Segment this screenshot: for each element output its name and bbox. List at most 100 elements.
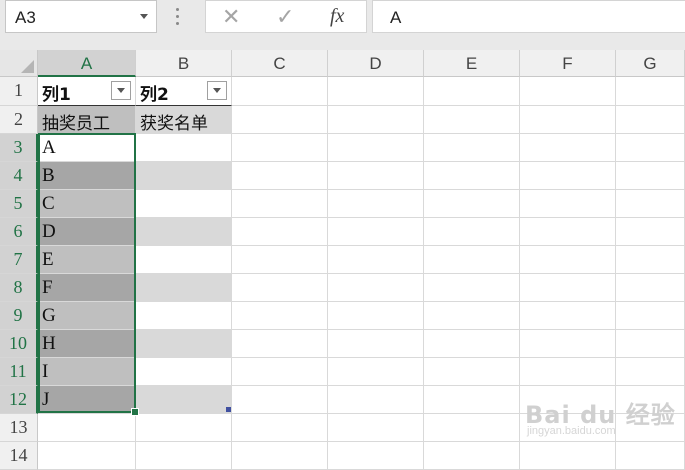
- row-header-13[interactable]: 13: [0, 414, 38, 442]
- cell[interactable]: [424, 77, 520, 106]
- row-header-10[interactable]: 10: [0, 330, 38, 358]
- cell[interactable]: [424, 442, 520, 470]
- cell[interactable]: [520, 330, 616, 358]
- cell-a8[interactable]: F: [38, 274, 136, 302]
- cell-b8[interactable]: [136, 274, 232, 302]
- cell[interactable]: [520, 302, 616, 330]
- table-header-cell-b1[interactable]: 列2: [136, 77, 232, 106]
- cell[interactable]: [424, 274, 520, 302]
- cell-a3[interactable]: A: [38, 134, 136, 162]
- cell[interactable]: [616, 106, 685, 134]
- row-header-9[interactable]: 9: [0, 302, 38, 330]
- cell-a12[interactable]: J: [38, 386, 136, 414]
- cell[interactable]: [424, 358, 520, 386]
- column-header-a[interactable]: A: [38, 50, 136, 77]
- cell[interactable]: [424, 246, 520, 274]
- cell[interactable]: [232, 414, 328, 442]
- cell-a4[interactable]: B: [38, 162, 136, 190]
- cell[interactable]: [136, 414, 232, 442]
- filter-dropdown-icon[interactable]: [111, 81, 131, 100]
- cell[interactable]: [616, 134, 685, 162]
- chevron-down-icon[interactable]: [140, 14, 148, 19]
- cell[interactable]: [232, 106, 328, 134]
- row-header-12[interactable]: 12: [0, 386, 38, 414]
- cell-a7[interactable]: E: [38, 246, 136, 274]
- cell[interactable]: [616, 442, 685, 470]
- row-header-1[interactable]: 1: [0, 77, 38, 106]
- cell[interactable]: [424, 330, 520, 358]
- cell[interactable]: [520, 162, 616, 190]
- cell[interactable]: [424, 190, 520, 218]
- table-header-cell-a1[interactable]: 列1: [38, 77, 136, 106]
- cell[interactable]: [328, 442, 424, 470]
- select-all-button[interactable]: [0, 50, 38, 77]
- cell[interactable]: [38, 442, 136, 470]
- row-header-3[interactable]: 3: [0, 134, 38, 162]
- cell[interactable]: [424, 414, 520, 442]
- cell[interactable]: [328, 218, 424, 246]
- fill-handle[interactable]: [131, 408, 139, 416]
- cell[interactable]: [424, 302, 520, 330]
- cell[interactable]: [616, 358, 685, 386]
- cell-a9[interactable]: G: [38, 302, 136, 330]
- cell[interactable]: [616, 218, 685, 246]
- cell[interactable]: [232, 358, 328, 386]
- cell[interactable]: [328, 162, 424, 190]
- cell[interactable]: [328, 106, 424, 134]
- cell[interactable]: [520, 77, 616, 106]
- cell-b12[interactable]: [136, 386, 232, 414]
- cell-a5[interactable]: C: [38, 190, 136, 218]
- formula-input[interactable]: A: [372, 0, 685, 33]
- cell[interactable]: [616, 302, 685, 330]
- row-header-2[interactable]: 2: [0, 106, 38, 134]
- cell-a6[interactable]: D: [38, 218, 136, 246]
- row-header-5[interactable]: 5: [0, 190, 38, 218]
- vertical-dots-icon[interactable]: [176, 8, 180, 26]
- cell[interactable]: [232, 134, 328, 162]
- cell[interactable]: [328, 246, 424, 274]
- cell-b2[interactable]: 获奖名单: [136, 106, 232, 134]
- cell[interactable]: [424, 386, 520, 414]
- cell-b4[interactable]: [136, 162, 232, 190]
- column-header-e[interactable]: E: [424, 50, 520, 77]
- cell-b7[interactable]: [136, 246, 232, 274]
- cell-b10[interactable]: [136, 330, 232, 358]
- cell[interactable]: [520, 274, 616, 302]
- row-header-7[interactable]: 7: [0, 246, 38, 274]
- cell[interactable]: [328, 190, 424, 218]
- cell[interactable]: [616, 246, 685, 274]
- column-header-f[interactable]: F: [520, 50, 616, 77]
- row-header-14[interactable]: 14: [0, 442, 38, 470]
- cell[interactable]: [616, 330, 685, 358]
- cell[interactable]: [328, 358, 424, 386]
- column-header-g[interactable]: G: [616, 50, 685, 77]
- cell[interactable]: [232, 274, 328, 302]
- cell[interactable]: [616, 190, 685, 218]
- row-header-6[interactable]: 6: [0, 218, 38, 246]
- row-header-11[interactable]: 11: [0, 358, 38, 386]
- cell[interactable]: [520, 134, 616, 162]
- cell[interactable]: [616, 162, 685, 190]
- cell[interactable]: [328, 134, 424, 162]
- cell-b11[interactable]: [136, 358, 232, 386]
- row-header-8[interactable]: 8: [0, 274, 38, 302]
- enter-icon[interactable]: ✓: [276, 4, 294, 30]
- cell[interactable]: [328, 330, 424, 358]
- cell-b9[interactable]: [136, 302, 232, 330]
- cell[interactable]: [136, 442, 232, 470]
- cell[interactable]: [424, 218, 520, 246]
- cell[interactable]: [328, 414, 424, 442]
- cell[interactable]: [520, 106, 616, 134]
- filter-dropdown-icon[interactable]: [207, 81, 227, 100]
- cell-b6[interactable]: [136, 218, 232, 246]
- cell-a10[interactable]: H: [38, 330, 136, 358]
- cell[interactable]: [328, 77, 424, 106]
- cell[interactable]: [328, 302, 424, 330]
- cell[interactable]: [232, 77, 328, 106]
- cell[interactable]: [328, 274, 424, 302]
- cell[interactable]: [38, 414, 136, 442]
- cell[interactable]: [520, 442, 616, 470]
- cell[interactable]: [232, 330, 328, 358]
- row-header-4[interactable]: 4: [0, 162, 38, 190]
- cell[interactable]: [520, 218, 616, 246]
